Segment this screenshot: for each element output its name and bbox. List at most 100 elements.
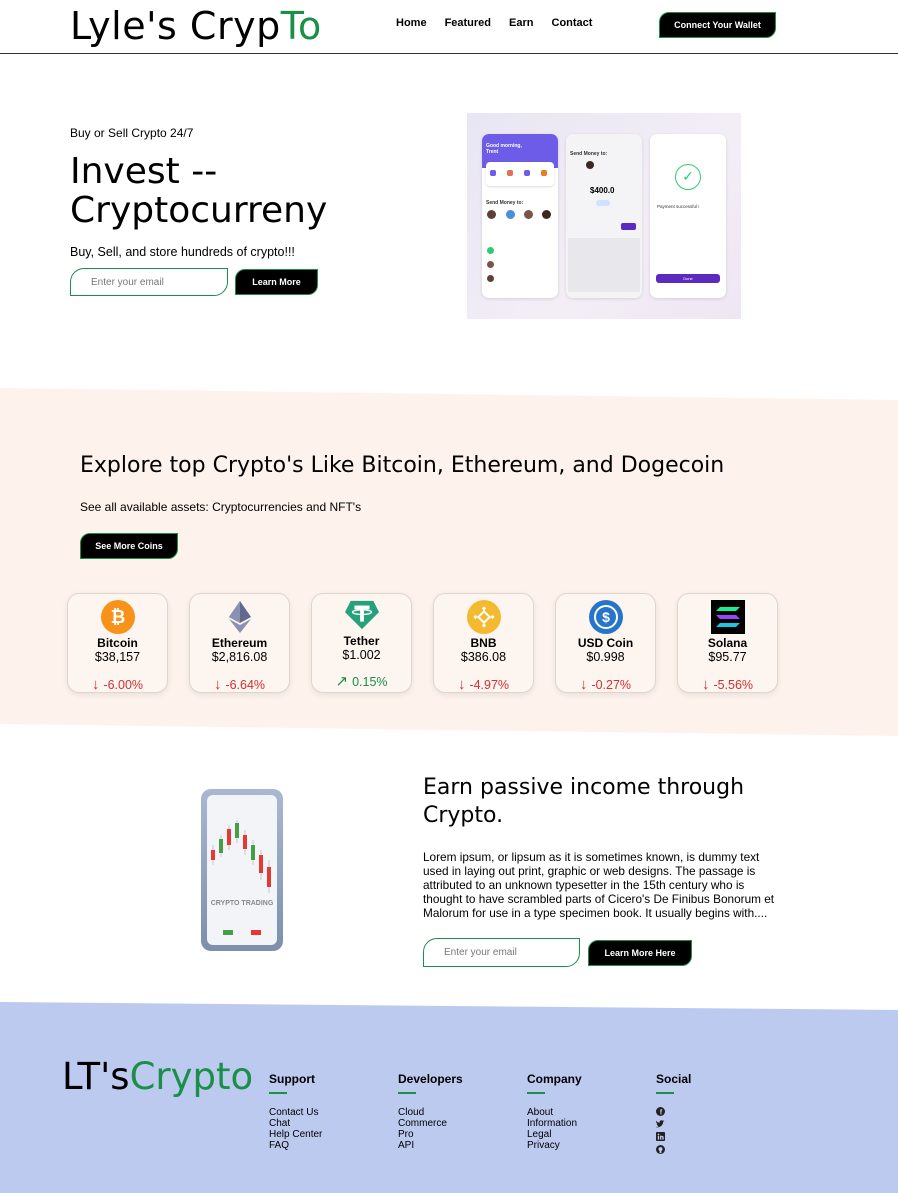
footer-logo[interactable]: LT'sCrypto	[62, 1055, 253, 1098]
arrow-down-icon: ↓	[91, 676, 100, 693]
hero-subtitle: Buy or Sell Crypto 24/7	[70, 126, 194, 140]
coin-price: $95.77	[708, 650, 747, 664]
footer-link-commerce[interactable]: Commerce	[398, 1118, 463, 1129]
coin-price: $386.08	[460, 650, 507, 664]
usd-coin-icon: $	[589, 600, 623, 634]
logo-accent: To	[280, 4, 322, 48]
crypto-trading-phone-image: CRYPTO TRADING	[201, 789, 283, 951]
connect-wallet-button[interactable]: Connect Your Wallet	[659, 12, 776, 38]
nav-link-contact[interactable]: Contact	[552, 17, 593, 29]
coin-card-tether[interactable]: Tether $1.002 ↗ 0.15%	[311, 593, 412, 693]
coin-name: Bitcoin	[97, 636, 138, 650]
footer-link-help-center[interactable]: Help Center	[269, 1129, 322, 1140]
learn-more-button[interactable]: Learn More	[235, 269, 318, 295]
earn-body: Lorem ipsum, or lipsum as it is sometime…	[423, 850, 775, 920]
hero-description: Buy, Sell, and store hundreds of crypto!…	[70, 245, 295, 259]
linkedin-icon[interactable]	[656, 1132, 691, 1145]
nav-link-home[interactable]: Home	[396, 17, 427, 29]
coin-price: $0.998	[586, 650, 625, 664]
coin-name: Ethereum	[211, 636, 268, 650]
arrow-down-icon: ↓	[213, 676, 222, 693]
earn-title: Earn passive income through Crypto.	[423, 775, 745, 828]
coin-name: BNB	[470, 636, 497, 650]
hero-title-line2: Cryptocurreny	[70, 190, 328, 231]
footer-divider	[398, 1092, 416, 1094]
coin-name: USD Coin	[577, 636, 634, 650]
footer-link-faq[interactable]: FAQ	[269, 1140, 322, 1151]
solana-icon	[711, 600, 745, 634]
coin-change: ↓ -0.27%	[579, 676, 632, 693]
footer-link-about[interactable]: About	[527, 1107, 582, 1118]
footer-link-contact-us[interactable]: Contact Us	[269, 1107, 322, 1118]
coin-price: $2,816.08	[211, 650, 268, 664]
coin-card-usd-coin[interactable]: $ USD Coin $0.998 ↓ -0.27%	[555, 593, 656, 693]
logo-main: Lyle's Cryp	[70, 4, 281, 48]
arrow-down-icon: ↓	[457, 676, 466, 693]
coin-card-bnb[interactable]: BNB $386.08 ↓ -4.97%	[433, 593, 534, 693]
footer-link-cloud[interactable]: Cloud	[398, 1107, 463, 1118]
bnb-icon	[467, 600, 501, 634]
coin-card-bitcoin[interactable]: ₿ Bitcoin $38,157 ↓ -6.00%	[67, 593, 168, 693]
github-icon[interactable]	[656, 1144, 691, 1158]
footer-column-social: Social f	[656, 1072, 691, 1157]
footer-column-developers: Developers Cloud Commerce Pro API	[398, 1072, 463, 1151]
explore-title: Explore top Crypto's Like Bitcoin, Ether…	[80, 453, 725, 478]
nav-link-featured[interactable]: Featured	[445, 17, 491, 29]
hero-title: Invest -- Cryptocurreny	[70, 152, 327, 230]
ethereum-icon	[223, 600, 257, 634]
twitter-icon[interactable]	[656, 1119, 691, 1133]
mockup-send-money-label: Send Money to:	[486, 200, 524, 206]
top-nav: Lyle's CrypTo Home Featured Earn Contact…	[0, 0, 898, 54]
coin-name: Tether	[343, 634, 380, 648]
footer-link-information[interactable]: Information	[527, 1118, 582, 1129]
arrow-down-icon: ↓	[701, 676, 710, 693]
svg-text:$: $	[602, 609, 610, 625]
footer-divider	[656, 1092, 674, 1094]
coin-change: ↓ -5.56%	[701, 676, 754, 693]
phone-caption: CRYPTO TRADING	[210, 900, 274, 907]
mockup-send-label: Send Money to:	[570, 151, 608, 157]
mockup-send-screen: Send Money to: $400.0	[566, 134, 642, 298]
hero-title-line1: Invest --	[70, 151, 218, 192]
coin-change: ↗ 0.15%	[335, 673, 388, 690]
coin-card-solana[interactable]: Solana $95.77 ↓ -5.56%	[677, 593, 778, 693]
footer-heading: Developers	[398, 1072, 463, 1086]
coin-price: $1.002	[342, 648, 381, 662]
hero-email-input[interactable]: Enter your email	[70, 268, 228, 296]
coin-change: ↓ -6.00%	[91, 676, 144, 693]
footer-link-api[interactable]: API	[398, 1140, 463, 1151]
mockup-success-screen: ✓ Payment successful ! Done	[650, 134, 726, 298]
footer-link-pro[interactable]: Pro	[398, 1129, 463, 1140]
coin-change: ↓ -4.97%	[457, 676, 510, 693]
arrow-down-icon: ↓	[579, 676, 588, 693]
mockup-home-screen: Good morning, Trent Send Money to:	[482, 134, 558, 298]
footer-heading: Support	[269, 1072, 315, 1086]
arrow-up-right-icon: ↗	[335, 673, 349, 690]
nav-links: Home Featured Earn Contact	[396, 17, 610, 29]
facebook-icon[interactable]: f	[656, 1107, 691, 1120]
coin-change: ↓ -6.64%	[213, 676, 266, 693]
bitcoin-icon: ₿	[101, 600, 135, 634]
mockup-amount: $400.0	[590, 186, 615, 195]
footer-heading: Company	[527, 1072, 582, 1086]
explore-subtitle: See all available assets: Cryptocurrenci…	[80, 500, 362, 514]
footer-logo-accent: Crypto	[129, 1055, 254, 1098]
earn-email-input[interactable]: Enter your email	[423, 938, 580, 967]
footer-link-privacy[interactable]: Privacy	[527, 1140, 582, 1151]
mockup-payment-success: Payment successful !	[657, 204, 700, 209]
coin-name: Solana	[707, 636, 748, 650]
footer-link-legal[interactable]: Legal	[527, 1129, 582, 1140]
coin-price: $38,157	[94, 650, 141, 664]
see-more-coins-button[interactable]: See More Coins	[80, 533, 178, 559]
footer-heading: Social	[656, 1072, 692, 1086]
footer-link-chat[interactable]: Chat	[269, 1118, 322, 1129]
footer-column-support: Support Contact Us Chat Help Center FAQ	[269, 1072, 322, 1151]
site-logo[interactable]: Lyle's CrypTo	[70, 4, 322, 48]
mockup-greeting: Good morning, Trent	[486, 143, 522, 155]
coin-card-ethereum[interactable]: Ethereum $2,816.08 ↓ -6.64%	[189, 593, 290, 693]
footer-column-company: Company About Information Legal Privacy	[527, 1072, 582, 1151]
mockup-done-button: Done	[656, 274, 720, 283]
footer-divider	[269, 1092, 287, 1094]
nav-link-earn[interactable]: Earn	[509, 17, 533, 29]
learn-more-here-button[interactable]: Learn More Here	[588, 940, 692, 966]
